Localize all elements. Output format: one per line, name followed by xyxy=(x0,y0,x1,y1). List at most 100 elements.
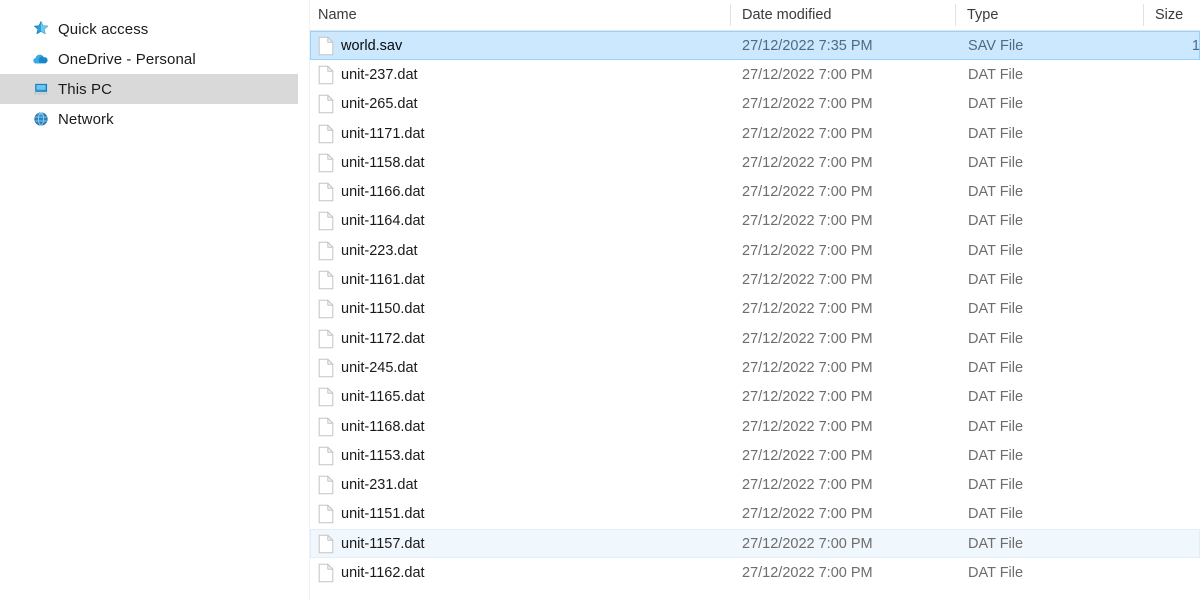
file-type-cell: DAT File xyxy=(968,272,1024,289)
file-name-cell[interactable]: unit-1164.dat xyxy=(310,207,730,236)
file-icon xyxy=(318,94,334,114)
file-date-modified-cell: 27/12/2022 7:00 PM xyxy=(742,418,873,435)
file-size-cell xyxy=(1143,500,1200,529)
file-row[interactable]: unit-1165.dat 27/12/2022 7:00 PM DAT File xyxy=(310,383,1200,412)
file-name-cell[interactable]: unit-1172.dat xyxy=(310,324,730,353)
column-header-date-modified[interactable]: Date modified xyxy=(730,0,955,30)
file-row[interactable]: unit-1153.dat 27/12/2022 7:00 PM DAT File xyxy=(310,441,1200,470)
column-header-type[interactable]: Type xyxy=(955,0,1143,30)
sidebar-item-network[interactable]: Network xyxy=(0,104,298,134)
file-icon xyxy=(318,417,334,437)
file-type-cell: DAT File xyxy=(968,96,1024,113)
sidebar-item-quick-access[interactable]: Quick access xyxy=(0,14,298,44)
file-name-cell[interactable]: world.sav xyxy=(310,31,730,60)
file-row[interactable]: unit-237.dat 27/12/2022 7:00 PM DAT File xyxy=(310,60,1200,89)
file-row[interactable]: unit-1162.dat 27/12/2022 7:00 PM DAT File xyxy=(310,558,1200,587)
file-row[interactable]: unit-1168.dat 27/12/2022 7:00 PM DAT File xyxy=(310,412,1200,441)
file-name-cell[interactable]: unit-1165.dat xyxy=(310,383,730,412)
file-name-cell[interactable]: unit-1161.dat xyxy=(310,265,730,294)
navigation-pane: Quick access OneDrive - Personal This PC Ne… xyxy=(0,0,310,600)
file-name-cell[interactable]: unit-1168.dat xyxy=(310,412,730,441)
file-name-cell[interactable]: unit-1158.dat xyxy=(310,148,730,177)
file-size-cell xyxy=(1143,177,1200,206)
file-type-cell: DAT File xyxy=(968,359,1024,376)
file-icon xyxy=(318,153,334,173)
file-row[interactable]: unit-1166.dat 27/12/2022 7:00 PM DAT File xyxy=(310,177,1200,206)
column-header-name[interactable]: Name xyxy=(310,0,730,30)
file-name-cell[interactable]: unit-245.dat xyxy=(310,353,730,382)
file-date-modified-cell: 27/12/2022 7:00 PM xyxy=(742,447,873,464)
sidebar-item-this-pc[interactable]: This PC xyxy=(0,74,298,104)
file-name-label: unit-1168.dat xyxy=(341,418,425,435)
column-header-type-label: Type xyxy=(967,7,999,23)
file-explorer-window: Quick access OneDrive - Personal This PC Ne… xyxy=(0,0,1200,600)
file-icon xyxy=(318,182,334,202)
column-header-date-modified-label: Date modified xyxy=(742,7,832,23)
file-row[interactable]: unit-265.dat 27/12/2022 7:00 PM DAT File xyxy=(310,90,1200,119)
file-size-cell xyxy=(1143,207,1200,236)
file-name-label: unit-1166.dat xyxy=(341,184,425,201)
file-date-modified-cell: 27/12/2022 7:00 PM xyxy=(742,564,873,581)
cloud-icon xyxy=(32,50,50,68)
file-name-label: unit-1161.dat xyxy=(341,272,425,289)
file-name-label: unit-1165.dat xyxy=(341,389,425,406)
file-row[interactable]: unit-1164.dat 27/12/2022 7:00 PM DAT File xyxy=(310,207,1200,236)
file-row[interactable]: unit-245.dat 27/12/2022 7:00 PM DAT File xyxy=(310,353,1200,382)
file-name-cell[interactable]: unit-265.dat xyxy=(310,90,730,119)
file-row[interactable]: unit-223.dat 27/12/2022 7:00 PM DAT File xyxy=(310,236,1200,265)
file-name-label: unit-237.dat xyxy=(341,66,418,83)
file-icon xyxy=(318,299,334,319)
file-name-cell[interactable]: unit-1157.dat xyxy=(310,529,730,558)
file-row[interactable]: unit-1157.dat 27/12/2022 7:00 PM DAT File xyxy=(310,529,1200,559)
navigation-tree: Quick access OneDrive - Personal This PC Ne… xyxy=(0,14,310,134)
file-size-cell: 1 xyxy=(1191,37,1200,54)
file-name-cell[interactable]: unit-1166.dat xyxy=(310,177,730,206)
file-icon xyxy=(318,504,334,524)
file-icon xyxy=(318,241,334,261)
file-date-modified-cell: 27/12/2022 7:00 PM xyxy=(742,477,873,494)
file-name-label: unit-1151.dat xyxy=(341,506,425,523)
file-size-cell xyxy=(1143,412,1200,441)
sidebar-item-onedrive-personal[interactable]: OneDrive - Personal xyxy=(0,44,298,74)
file-row[interactable]: unit-231.dat 27/12/2022 7:00 PM DAT File xyxy=(310,470,1200,499)
column-header-size[interactable]: Size xyxy=(1143,0,1200,30)
file-icon xyxy=(318,387,334,407)
file-icon xyxy=(318,563,334,583)
file-name-label: unit-1162.dat xyxy=(341,564,425,581)
file-name-cell[interactable]: unit-1150.dat xyxy=(310,295,730,324)
file-row[interactable]: unit-1151.dat 27/12/2022 7:00 PM DAT File xyxy=(310,500,1200,529)
file-row[interactable]: unit-1171.dat 27/12/2022 7:00 PM DAT File xyxy=(310,119,1200,148)
file-size-cell xyxy=(1143,148,1200,177)
file-name-cell[interactable]: unit-1153.dat xyxy=(310,441,730,470)
file-row[interactable]: unit-1150.dat 27/12/2022 7:00 PM DAT File xyxy=(310,295,1200,324)
sidebar-item-label: Network xyxy=(58,110,114,128)
star-icon xyxy=(32,20,50,38)
file-name-label: unit-245.dat xyxy=(341,359,418,376)
file-size-cell xyxy=(1143,353,1200,382)
file-size-cell xyxy=(1143,119,1200,148)
file-type-cell: DAT File xyxy=(968,66,1024,83)
file-name-cell[interactable]: unit-1151.dat xyxy=(310,500,730,529)
file-type-cell: DAT File xyxy=(968,330,1024,347)
file-name-cell[interactable]: unit-231.dat xyxy=(310,470,730,499)
file-name-cell[interactable]: unit-1162.dat xyxy=(310,558,730,587)
file-row[interactable]: world.sav 27/12/2022 7:35 PM SAV File 1 xyxy=(310,31,1200,61)
file-date-modified-cell: 27/12/2022 7:00 PM xyxy=(742,125,873,142)
file-size-cell xyxy=(1143,558,1200,587)
file-size-cell xyxy=(1143,441,1200,470)
file-row[interactable]: unit-1172.dat 27/12/2022 7:00 PM DAT File xyxy=(310,324,1200,353)
file-icon xyxy=(318,65,334,85)
file-row[interactable]: unit-1161.dat 27/12/2022 7:00 PM DAT File xyxy=(310,265,1200,294)
column-divider-icon xyxy=(1143,4,1144,26)
file-row[interactable]: unit-1158.dat 27/12/2022 7:00 PM DAT File xyxy=(310,148,1200,177)
file-name-cell[interactable]: unit-223.dat xyxy=(310,236,730,265)
file-date-modified-cell: 27/12/2022 7:00 PM xyxy=(742,213,873,230)
file-name-cell[interactable]: unit-1171.dat xyxy=(310,119,730,148)
file-size-cell xyxy=(1143,529,1200,558)
file-icon xyxy=(318,36,334,56)
file-size-cell xyxy=(1143,90,1200,119)
file-date-modified-cell: 27/12/2022 7:00 PM xyxy=(742,154,873,171)
file-name-cell[interactable]: unit-237.dat xyxy=(310,60,730,89)
file-date-modified-cell: 27/12/2022 7:35 PM xyxy=(742,37,873,54)
network-icon xyxy=(32,110,50,128)
